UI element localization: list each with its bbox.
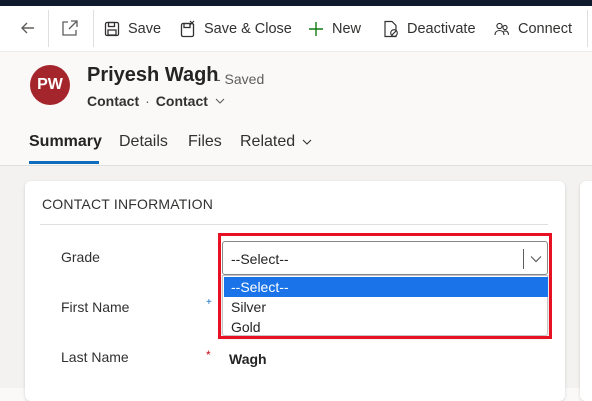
section-divider xyxy=(40,224,548,225)
avatar: PW xyxy=(30,65,70,105)
save-button-label: Save xyxy=(128,20,162,37)
first-name-label: First Name xyxy=(61,299,130,315)
side-card xyxy=(580,181,592,401)
save-and-close-button[interactable]: Save & Close xyxy=(180,6,292,51)
deactivate-button[interactable]: Deactivate xyxy=(383,6,476,51)
form-name: Contact xyxy=(155,93,208,109)
tab-summary-label: Summary xyxy=(29,133,102,150)
tab-files-label: Files xyxy=(188,133,222,150)
tab-details-label: Details xyxy=(119,133,168,150)
back-arrow-icon[interactable] xyxy=(18,18,38,38)
save-status: - Saved xyxy=(216,71,265,87)
required-marker: * xyxy=(206,348,211,362)
new-button[interactable]: New xyxy=(308,6,361,51)
entity-name: Contact xyxy=(87,93,140,109)
deactivate-button-label: Deactivate xyxy=(407,20,476,37)
tab-related[interactable]: Related xyxy=(240,133,313,151)
deactivate-document-icon xyxy=(384,20,398,37)
open-in-new-window-icon[interactable] xyxy=(60,18,80,38)
command-separator xyxy=(93,10,94,47)
last-name-label: Last Name xyxy=(61,349,129,365)
form-selector[interactable]: Contact · Contact xyxy=(87,93,226,109)
recommended-marker: + xyxy=(206,297,212,308)
new-button-label: New xyxy=(332,20,362,37)
chevron-down-icon xyxy=(302,139,312,145)
connect-button[interactable]: Connect xyxy=(494,6,572,51)
active-tab-indicator xyxy=(29,161,99,164)
plus-icon xyxy=(309,21,323,36)
record-name: Priyesh Wagh xyxy=(87,64,219,86)
tab-summary[interactable]: Summary xyxy=(29,133,102,151)
chevron-down-icon xyxy=(215,98,225,104)
save-icon xyxy=(104,21,120,36)
tab-bar: Summary Details Files Related xyxy=(0,125,592,165)
command-separator xyxy=(587,10,588,47)
save-and-close-label: Save & Close xyxy=(204,20,292,37)
avatar-initials: PW xyxy=(37,76,63,93)
highlight-box xyxy=(218,233,552,339)
tab-files[interactable]: Files xyxy=(188,133,222,151)
separator-dot: · xyxy=(145,93,150,109)
last-name-value[interactable]: Wagh xyxy=(229,351,267,367)
people-connect-icon xyxy=(494,22,510,35)
command-separator xyxy=(48,10,49,47)
grade-label: Grade xyxy=(61,249,100,265)
tab-related-label: Related xyxy=(240,133,296,150)
save-button[interactable]: Save xyxy=(104,6,161,51)
save-close-icon xyxy=(180,20,195,37)
connect-button-label: Connect xyxy=(518,20,573,37)
command-bar: Save Save & Close New Deactivate Connect xyxy=(0,6,592,52)
section-title: CONTACT INFORMATION xyxy=(42,196,214,212)
tab-details[interactable]: Details xyxy=(119,133,168,151)
